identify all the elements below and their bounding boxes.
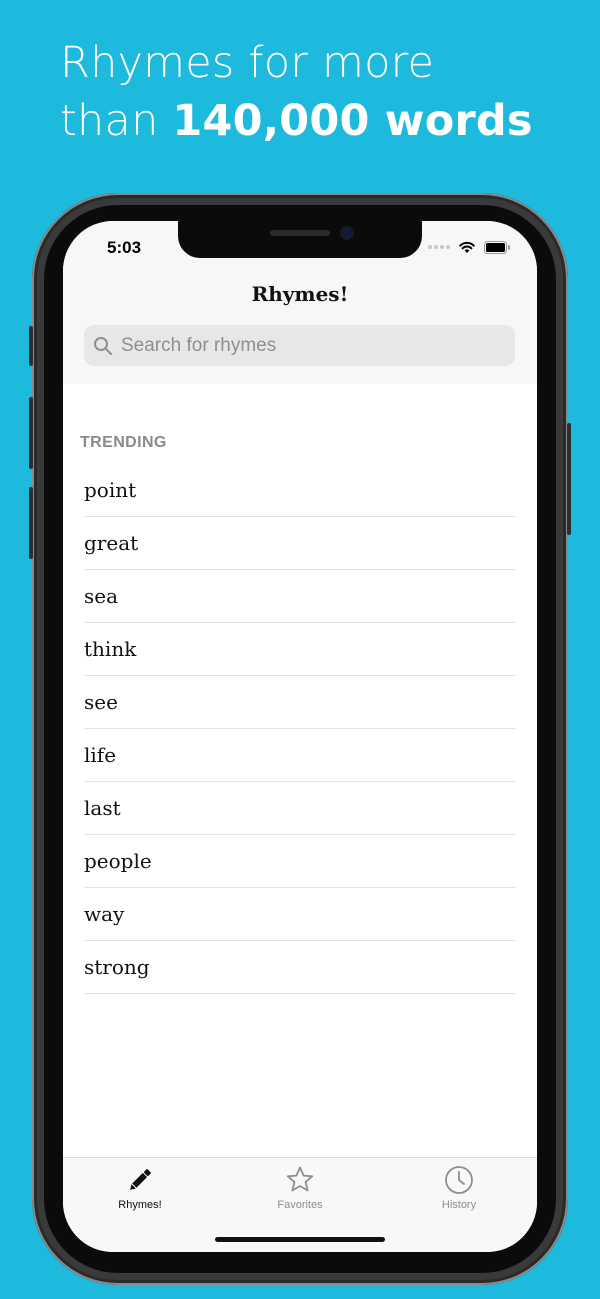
phone-volume-up-button [29, 397, 33, 469]
signal-dots-icon [428, 245, 450, 249]
trending-list: point great sea think see life last peop… [84, 464, 516, 994]
pencil-icon [124, 1164, 156, 1196]
tab-label: Favorites [277, 1199, 323, 1211]
list-item[interactable]: life [84, 729, 516, 782]
nav-title: Rhymes! [251, 282, 349, 306]
list-item[interactable]: sea [84, 570, 516, 623]
star-icon [284, 1164, 316, 1196]
phone-screen: 5:03 Rhymes! Search for rhymes TRENDING … [63, 221, 537, 1252]
front-camera [342, 228, 352, 238]
list-item[interactable]: point [84, 464, 516, 517]
list-item[interactable]: way [84, 888, 516, 941]
marketing-headline: Rhymes for more than 140,000 words [60, 34, 580, 150]
tab-label: History [441, 1199, 477, 1211]
list-item[interactable]: people [84, 835, 516, 888]
phone-silent-switch [29, 326, 33, 366]
list-item[interactable]: think [84, 623, 516, 676]
list-item[interactable]: great [84, 517, 516, 570]
speaker-grille [270, 230, 330, 236]
search-input[interactable] [119, 333, 503, 358]
tab-history[interactable]: History [399, 1158, 519, 1218]
home-indicator[interactable] [215, 1237, 385, 1242]
headline-line-1: Rhymes for more [60, 38, 435, 88]
list-item[interactable]: strong [84, 941, 516, 994]
tab-favorites[interactable]: Favorites [240, 1158, 360, 1218]
list-item[interactable]: last [84, 782, 516, 835]
search-icon [93, 336, 113, 356]
battery-icon [484, 240, 510, 254]
clock-icon [443, 1164, 475, 1196]
wifi-icon [459, 241, 475, 253]
list-item[interactable]: see [84, 676, 516, 729]
headline-line-2-bold: 140,000 words [172, 96, 533, 146]
notch [178, 221, 422, 258]
phone-volume-down-button [29, 487, 33, 559]
trending-header: TRENDING [80, 434, 167, 451]
tab-rhymes[interactable]: Rhymes! [80, 1158, 200, 1218]
tab-label: Rhymes! [118, 1199, 162, 1211]
status-icons [428, 240, 511, 254]
headline-line-2: than 140,000 words [60, 92, 580, 150]
search-bar[interactable] [84, 325, 515, 366]
headline-line-2-regular: than [60, 96, 173, 146]
navigation-header: 5:03 Rhymes! [63, 221, 537, 384]
status-time: 5:03 [107, 238, 142, 257]
phone-power-button [567, 423, 571, 535]
